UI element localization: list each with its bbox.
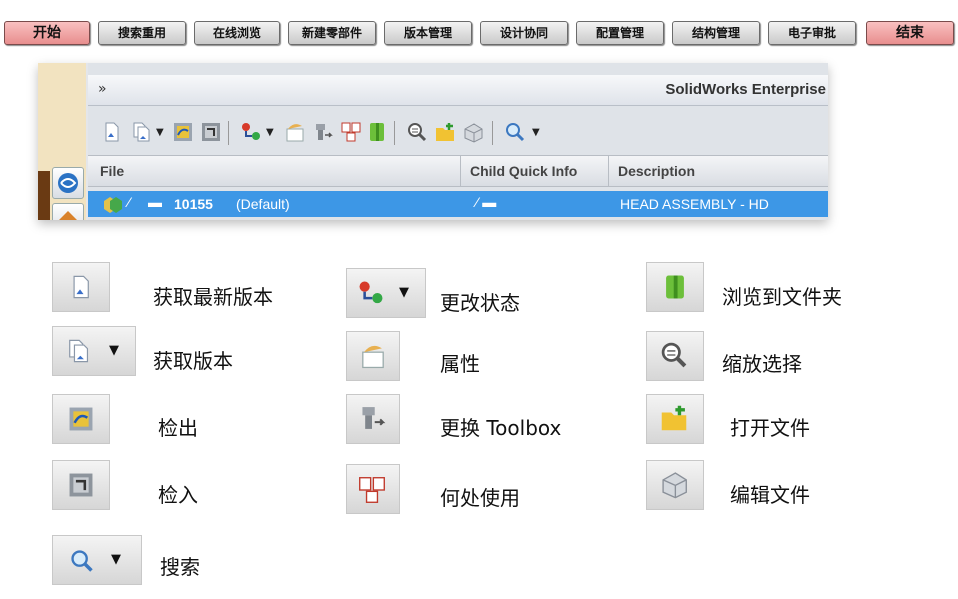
file-number: 10155 (174, 196, 213, 212)
check-in-icon[interactable] (200, 121, 222, 143)
legend-open-file-label: 打开文件 (730, 416, 810, 440)
legend-open-file-box (646, 394, 704, 444)
change-state-icon[interactable] (240, 121, 262, 143)
legend-search-box: ▼ (52, 535, 142, 585)
search-icon (71, 550, 93, 572)
legend-check-out-box (52, 394, 110, 444)
legend-get-latest-label: 获取最新版本 (153, 285, 273, 309)
legend-get-latest-box (52, 262, 110, 312)
nav-design-collab-button[interactable]: 设计协同 (480, 21, 568, 45)
check-out-icon (69, 407, 93, 431)
search-dropdown-icon[interactable]: ▼ (532, 127, 540, 138)
legend-properties-box (346, 331, 400, 381)
nav-version-mgmt-button[interactable]: 版本管理 (384, 21, 472, 45)
edit-file-icon[interactable] (462, 121, 484, 143)
nav-search-reuse-button[interactable]: 搜索重用 (98, 21, 186, 45)
legend-zoom-selection-box (646, 331, 704, 381)
dropdown-caret-icon: ▼ (399, 285, 409, 300)
get-latest-icon (73, 275, 89, 299)
nav-start-button[interactable]: 开始 (4, 21, 90, 45)
replace-toolbox-icon[interactable] (312, 121, 334, 143)
col-child-quick-info[interactable]: Child Quick Info (470, 163, 577, 179)
legend-where-used-label: 何处使用 (440, 486, 520, 510)
dropdown-caret-icon: ▼ (109, 343, 119, 358)
file-description: HEAD ASSEMBLY - HD (620, 196, 769, 212)
open-file-icon[interactable] (434, 121, 456, 143)
legend-browse-folder-label: 浏览到文件夹 (722, 285, 842, 309)
app-title: SolidWorks Enterprise (665, 81, 826, 98)
toolbar-separator (492, 121, 493, 145)
zoom-selection-icon (661, 342, 687, 368)
nav-structure-mgmt-button[interactable]: 结构管理 (672, 21, 760, 45)
browse-folder-icon[interactable] (366, 121, 388, 143)
collapse-chevron-icon[interactable]: » (98, 81, 107, 97)
legend-change-state-label: 更改状态 (440, 291, 520, 315)
legend-where-used-box (346, 464, 400, 514)
properties-icon[interactable] (284, 121, 306, 143)
dropdown-caret-icon: ▼ (111, 552, 121, 567)
assembly-icon (104, 197, 122, 213)
get-version-dropdown-icon[interactable]: ▼ (156, 127, 164, 138)
legend-get-version-label: 获取版本 (153, 349, 233, 373)
where-used-icon[interactable] (340, 121, 362, 143)
open-file-icon (661, 405, 687, 431)
legend-browse-folder-box (646, 262, 704, 312)
browse-folder-icon (666, 275, 684, 299)
change-state-icon (359, 281, 383, 304)
toolbar: ▼ ▼ ▼ (88, 113, 828, 151)
legend-replace-toolbox-box (346, 394, 400, 444)
legend-edit-file-box (646, 460, 704, 510)
legend-zoom-selection-label: 缩放选择 (722, 352, 802, 376)
column-separator (460, 156, 461, 186)
left-strip-edge (38, 171, 50, 220)
legend-replace-toolbox-label: 更换 Toolbox (440, 416, 562, 440)
get-version-icon (69, 339, 89, 363)
top-nav: 开始 搜索重用 在线浏览 新建零部件 版本管理 设计协同 配置管理 结构管理 电… (0, 21, 958, 47)
where-used-icon (359, 477, 385, 503)
zoom-selection-icon[interactable] (406, 121, 428, 143)
check-out-icon[interactable] (172, 121, 194, 143)
explorer-pane: » SolidWorks Enterprise ▼ ▼ ▼ File Child… (88, 63, 828, 220)
legend-check-in-box (52, 460, 110, 510)
nav-end-button[interactable]: 结束 (866, 21, 954, 45)
legend-edit-file-label: 编辑文件 (730, 483, 810, 507)
child-info-icon: ⁄ ▬ (476, 194, 497, 210)
nav-e-approval-button[interactable]: 电子审批 (768, 21, 856, 45)
legend-change-state-box: ▼ (346, 268, 426, 318)
file-row[interactable]: ⁄ ▬ 10155 (Default) ⁄ ▬ HEAD ASSEMBLY - … (88, 191, 828, 217)
legend-check-out-label: 检出 (158, 416, 198, 440)
nav-online-browse-button[interactable]: 在线浏览 (194, 21, 280, 45)
col-description[interactable]: Description (618, 163, 695, 179)
local-file-icon: ▬ (148, 194, 162, 210)
toolbar-separator (228, 121, 229, 145)
search-icon[interactable] (504, 121, 526, 143)
file-config: (Default) (236, 196, 290, 212)
nav-config-mgmt-button[interactable]: 配置管理 (576, 21, 664, 45)
check-in-icon (69, 473, 93, 497)
home-tab-icon[interactable] (52, 203, 84, 220)
legend-get-version-box: ▼ (52, 326, 136, 376)
col-file[interactable]: File (100, 163, 124, 179)
change-state-dropdown-icon[interactable]: ▼ (266, 127, 274, 138)
legend-properties-label: 属性 (440, 352, 480, 376)
column-header: File Child Quick Info Description (88, 155, 828, 187)
title-bar: » SolidWorks Enterprise (88, 75, 828, 106)
edit-file-icon (662, 472, 687, 499)
edit-flag-icon: ⁄ (128, 194, 131, 210)
pdm-window: » SolidWorks Enterprise ▼ ▼ ▼ File Child… (38, 63, 828, 220)
globe-tab-icon[interactable] (52, 167, 84, 199)
properties-icon (362, 345, 384, 369)
legend-search-label: 搜索 (160, 555, 200, 579)
column-separator (608, 156, 609, 186)
legend-check-in-label: 检入 (158, 483, 198, 507)
get-latest-icon[interactable] (100, 121, 122, 143)
toolbar-separator (394, 121, 395, 145)
replace-toolbox-icon (362, 407, 386, 429)
get-version-icon[interactable] (130, 121, 152, 143)
nav-new-part-button[interactable]: 新建零部件 (288, 21, 376, 45)
left-strip (38, 63, 86, 220)
